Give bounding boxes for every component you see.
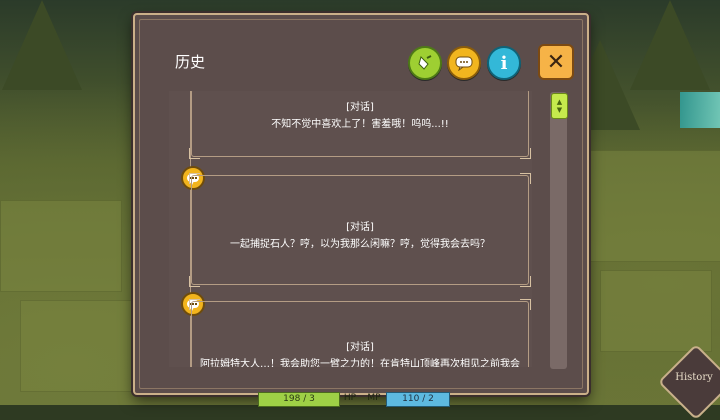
close-icon: ✕ — [546, 49, 566, 75]
info-button[interactable]: i — [487, 46, 521, 80]
entry-text: 阿拉姆特大人…！我会助您一臂之力的！在肯特山顶峰再次相见之前我会一直等待的！ — [200, 359, 520, 367]
frame-corner — [520, 148, 531, 159]
page-title: 历史 — [175, 53, 206, 71]
frame-corner — [189, 276, 200, 287]
broom-icon — [418, 55, 432, 70]
entry-label: [对话] — [346, 222, 374, 233]
mp-value: 110 / 2 — [402, 394, 434, 404]
hp-label: HP — [343, 393, 357, 403]
grip-icon: ▲ — [556, 98, 563, 106]
mp-label: MP — [367, 393, 381, 403]
info-icon: i — [500, 52, 508, 74]
history-button-label: History — [675, 372, 713, 383]
grip-icon: ▼ — [556, 106, 563, 114]
entry-label: [对话] — [346, 102, 374, 113]
dialogue-filter-button[interactable] — [447, 46, 481, 80]
frame-corner — [189, 299, 200, 310]
entry-text: 不知不觉中喜欢上了！害羞哦！呜呜...!! — [271, 119, 449, 130]
ground-tile — [0, 200, 122, 292]
ground-tile — [590, 150, 720, 262]
frame-corner — [189, 173, 200, 184]
history-panel: 历史 i ✕ [对话] 不知不觉中喜欢上了！害羞哦！呜呜...!! [对话] 一… — [133, 13, 589, 395]
ground-tile — [20, 300, 132, 392]
frame-corner — [520, 299, 531, 310]
entry-text: 一起捕捉石人？哼，以为我那么闲嘛？哼，觉得我会去吗？ — [230, 239, 490, 250]
frame-corner — [189, 148, 200, 159]
list-item: [对话] 不知不觉中喜欢上了！害羞哦！呜呜...!! — [189, 91, 531, 159]
entry-label: [对话] — [346, 342, 374, 353]
close-button[interactable]: ✕ — [538, 44, 574, 80]
chat-bubble-icon — [455, 56, 473, 71]
portal-glow — [680, 92, 720, 128]
frame-corner — [520, 173, 531, 184]
clear-history-button[interactable] — [408, 46, 442, 80]
list-item: [对话] 阿拉姆特大人…！我会助您一臂之力的！在肯特山顶峰再次相见之前我会一直等… — [189, 299, 531, 367]
frame-corner — [520, 276, 531, 287]
tree — [2, 0, 82, 90]
tree — [630, 0, 710, 90]
history-list[interactable]: [对话] 不知不觉中喜欢上了！害羞哦！呜呜...!! [对话] 一起捕捉石人？哼… — [169, 91, 532, 367]
list-item: [对话] 一起捕捉石人？哼，以为我那么闲嘛？哼，觉得我会去吗？ — [189, 173, 531, 287]
scrollbar-thumb[interactable]: ▲ ▼ — [551, 93, 568, 119]
hp-value: 198 / 3 — [283, 394, 315, 404]
scrollbar[interactable]: ▲ ▼ — [550, 92, 568, 369]
ground-tile — [600, 270, 712, 352]
